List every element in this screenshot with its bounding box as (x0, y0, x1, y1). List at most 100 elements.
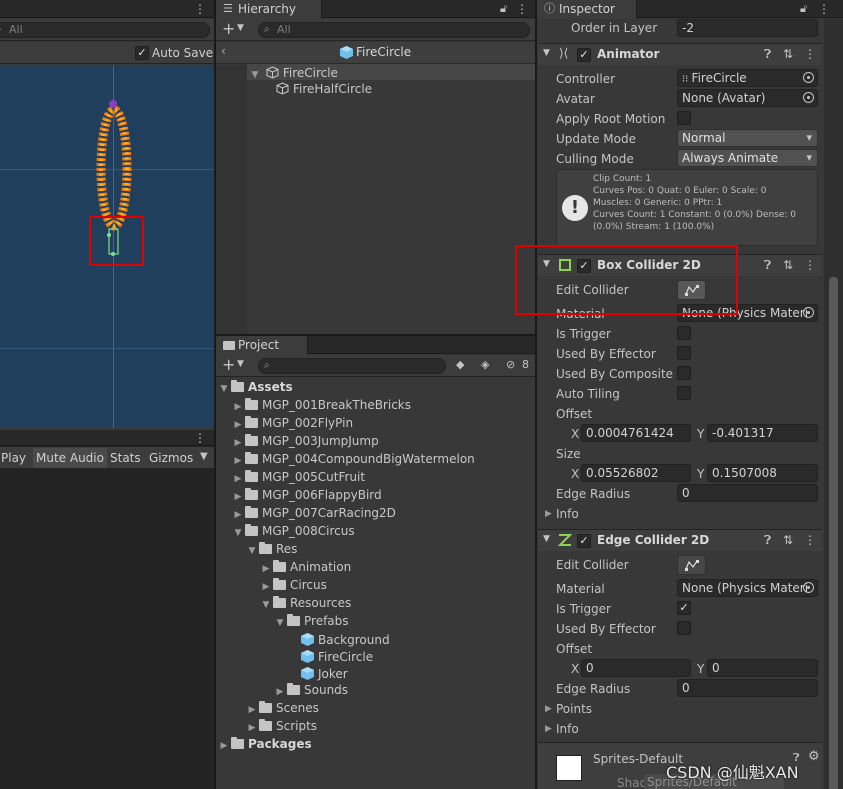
foldout-arrow-icon[interactable]: ▼ (543, 534, 550, 544)
preset-icon[interactable]: ⇅ (783, 47, 793, 61)
preset-icon[interactable]: ⇅ (783, 258, 793, 272)
list-item[interactable]: ▶ MGP_006FlappyBird (219, 487, 475, 505)
tab-inspector[interactable]: ⓘ Inspector (537, 0, 637, 19)
collapse-arrow-icon[interactable]: ▶ (261, 561, 271, 577)
list-item[interactable]: ▶ Sounds (219, 682, 475, 700)
tab-project[interactable]: Project (216, 336, 308, 355)
scrollbar[interactable] (824, 19, 843, 789)
list-item[interactable]: ▶ MGP_002FlyPin (219, 415, 475, 433)
expand-arrow-icon[interactable]: ▼ (250, 67, 260, 83)
scene-search-input[interactable]: ⌕ All (0, 22, 210, 38)
collapse-arrow-icon[interactable]: ▶ (233, 435, 243, 451)
avatar-field[interactable]: None (Avatar) (677, 89, 818, 107)
used-by-effector-checkbox[interactable] (677, 346, 691, 360)
lock-icon[interactable]: 🔓︎ (800, 2, 807, 16)
collapse-arrow-icon[interactable]: ▶ (233, 471, 243, 487)
animator-header[interactable]: ▼ ⟩⟨ ✓ Animator ❓︎ ⇅ ⋮ (538, 43, 822, 65)
foldout-arrow-icon[interactable]: ▼ (543, 48, 550, 58)
auto-tiling-checkbox[interactable] (677, 386, 691, 400)
expand-arrow-icon[interactable]: ▼ (219, 381, 229, 397)
edge-collider-header[interactable]: ▼ ✓ Edge Collider 2D ❓︎ ⇅ ⋮ (538, 529, 822, 551)
list-item[interactable]: ▶ Animation (219, 559, 475, 577)
apply-root-motion-checkbox[interactable] (677, 111, 691, 125)
list-item[interactable]: ▼ MGP_008Circus (219, 523, 475, 541)
hidden-packages-icon[interactable]: ⊘ (506, 358, 515, 371)
list-item[interactable]: Background (219, 631, 475, 648)
collapse-arrow-icon[interactable]: ▶ (233, 489, 243, 505)
gizmos-button[interactable]: Gizmos (149, 451, 193, 465)
list-item[interactable]: ▶ Circus (219, 577, 475, 595)
help-icon[interactable]: ❓︎ (764, 258, 771, 273)
collapse-arrow-icon[interactable]: ▶ (233, 399, 243, 415)
info-foldout[interactable]: Info (556, 722, 579, 736)
foldout-arrow-icon[interactable]: ▶ (545, 724, 552, 734)
collapse-arrow-icon[interactable]: ▶ (247, 720, 257, 736)
scene-menu-icon[interactable]: ⋮ (194, 2, 206, 16)
inspector-menu-icon[interactable]: ⋮ (818, 2, 830, 16)
collapse-arrow-icon[interactable]: ▶ (247, 702, 257, 718)
is-trigger-checkbox[interactable]: ✓ (677, 601, 691, 615)
foldout-arrow-icon[interactable]: ▶ (545, 704, 552, 714)
list-item[interactable]: ▶ MGP_003JumpJump (219, 433, 475, 451)
hierarchy-search-input[interactable]: ⌕ All (258, 22, 530, 38)
size-x-field[interactable]: 0.05526802 (581, 464, 691, 482)
filter-type-icon[interactable]: ◆ (456, 358, 464, 371)
component-menu-icon[interactable]: ⋮ (804, 47, 816, 61)
collapse-arrow-icon[interactable]: ▶ (233, 417, 243, 433)
preset-icon[interactable]: ⇅ (783, 533, 793, 547)
add-icon[interactable]: + (222, 355, 235, 375)
collapse-arrow-icon[interactable]: ▶ (219, 738, 229, 754)
object-picker-icon[interactable] (803, 72, 814, 83)
list-item[interactable]: Joker (219, 665, 475, 682)
offset-x-field[interactable]: 0.0004761424 (581, 424, 691, 442)
game-menu-icon[interactable]: ⋮ (194, 431, 206, 445)
component-menu-icon[interactable]: ⋮ (804, 533, 816, 547)
tab-hierarchy[interactable]: ☰ Hierarchy (216, 0, 322, 19)
is-trigger-checkbox[interactable] (677, 326, 691, 340)
help-icon[interactable]: ❓︎ (764, 533, 771, 548)
offset-y-field[interactable]: 0 (707, 659, 818, 677)
list-item[interactable]: ▼ Res (219, 541, 475, 559)
edge-radius-field[interactable]: 0 (677, 679, 818, 697)
list-item[interactable]: ▶ MGP_007CarRacing2D (219, 505, 475, 523)
collapse-arrow-icon[interactable]: ▶ (275, 684, 285, 700)
list-item[interactable]: ▼ Prefabs (219, 613, 475, 631)
size-y-field[interactable]: 0.1507008 (707, 464, 818, 482)
help-icon[interactable]: ❓︎ (764, 47, 771, 62)
list-item[interactable]: ▼ Assets (219, 379, 475, 397)
list-item[interactable]: FireCircle (219, 648, 475, 665)
list-item[interactable]: ▶ Packages (219, 736, 475, 754)
collapse-arrow-icon[interactable]: ▶ (261, 579, 271, 595)
chevron-down-icon[interactable]: ▼ (237, 23, 244, 33)
gizmos-dropdown-icon[interactable]: ▼ (200, 451, 208, 462)
list-item[interactable]: ▼ Resources (219, 595, 475, 613)
object-picker-icon[interactable] (803, 92, 814, 103)
edit-collider-button[interactable] (677, 555, 706, 575)
controller-field[interactable]: ⁝⁝ FireCircle (677, 69, 818, 87)
expand-arrow-icon[interactable]: ▼ (247, 543, 257, 559)
used-by-effector-checkbox[interactable] (677, 621, 691, 635)
edge-radius-field[interactable]: 0 (677, 484, 818, 502)
list-item[interactable]: ▶ MGP_001BreakTheBricks (219, 397, 475, 415)
expand-arrow-icon[interactable]: ▼ (275, 615, 285, 631)
component-menu-icon[interactable]: ⋮ (804, 258, 816, 272)
gear-icon[interactable]: ⚙ (808, 749, 820, 764)
expand-arrow-icon[interactable]: ▼ (261, 597, 271, 613)
hierarchy-item[interactable]: FireHalfCircle (276, 80, 372, 97)
update-mode-dropdown[interactable]: Normal (677, 129, 818, 147)
list-item[interactable]: ▶ Scripts (219, 718, 475, 736)
chevron-down-icon[interactable]: ▼ (237, 359, 244, 369)
back-arrow-icon[interactable]: ‹ (221, 44, 226, 58)
play-button[interactable]: Play (1, 451, 26, 465)
edge-collider-enabled-checkbox[interactable]: ✓ (577, 534, 591, 548)
list-item[interactable]: ▶ MGP_004CompoundBigWatermelon (219, 451, 475, 469)
mute-audio-button[interactable]: Mute Audio (33, 448, 107, 468)
used-by-composite-checkbox[interactable] (677, 366, 691, 380)
stats-button[interactable]: Stats (110, 451, 141, 465)
culling-mode-dropdown[interactable]: Always Animate (677, 149, 818, 167)
object-picker-icon[interactable] (803, 307, 814, 318)
expand-arrow-icon[interactable]: ▼ (233, 525, 243, 541)
animator-enabled-checkbox[interactable]: ✓ (577, 48, 591, 62)
hierarchy-menu-icon[interactable]: ⋮ (516, 2, 528, 16)
collapse-arrow-icon[interactable]: ▶ (233, 453, 243, 469)
